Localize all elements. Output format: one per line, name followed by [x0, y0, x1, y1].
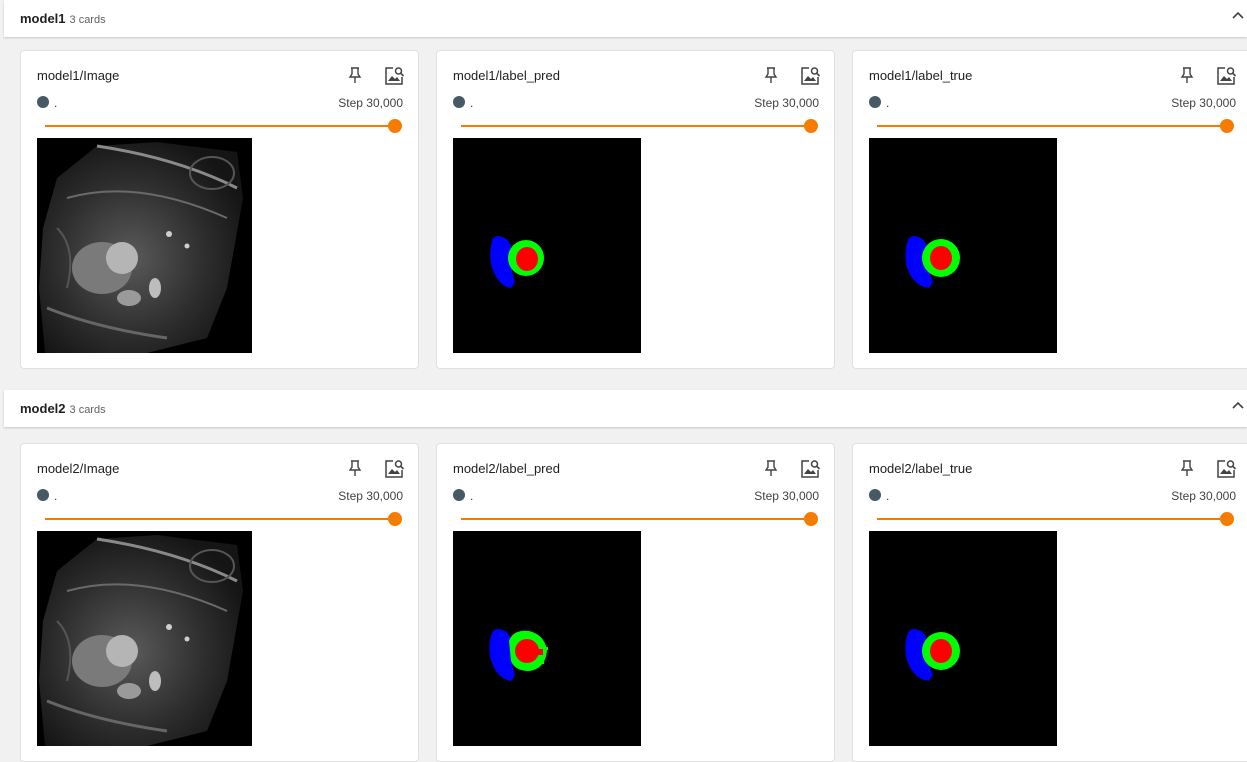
step-slider-track[interactable] [461, 518, 811, 520]
card-title: model1/Image [37, 68, 120, 83]
card-title: model1/label_pred [453, 68, 560, 83]
group-name: model2 [20, 401, 66, 416]
card-title: model2/label_true [869, 461, 973, 476]
step-label: Step 30,000 [338, 489, 403, 503]
image-search-icon[interactable] [383, 65, 405, 87]
step-label: Step 30,000 [1171, 489, 1236, 503]
group-name: model1 [20, 11, 66, 26]
pin-icon[interactable] [347, 459, 363, 477]
label-pred-card: model2/label_pred . Step 30,000 [436, 443, 835, 762]
pin-icon[interactable] [347, 66, 363, 84]
mri-image[interactable] [37, 531, 252, 746]
run-color-dot [453, 489, 465, 501]
run-name: . [886, 489, 890, 503]
run-color-dot [869, 96, 881, 108]
step-slider-thumb[interactable] [804, 119, 818, 133]
group-title: model1 3 cards [20, 11, 106, 26]
image-card: model1/Image . Step 30,000 [20, 50, 419, 369]
group-card-count: 3 cards [69, 14, 106, 26]
segmentation-image[interactable] [869, 138, 1057, 353]
step-slider-track[interactable] [45, 518, 395, 520]
mri-image[interactable] [37, 138, 252, 353]
segmentation-image[interactable] [453, 531, 641, 746]
group-card-count: 3 cards [69, 404, 106, 416]
step-slider-track[interactable] [45, 125, 395, 127]
card-title: model2/label_pred [453, 461, 560, 476]
step-slider-thumb[interactable] [388, 119, 402, 133]
group-header-model2[interactable]: model2 3 cards [4, 390, 1247, 427]
pin-icon[interactable] [1179, 459, 1195, 477]
run-name: . [54, 96, 58, 110]
step-slider-thumb[interactable] [1220, 119, 1234, 133]
step-label: Step 30,000 [338, 96, 403, 110]
step-slider-thumb[interactable] [1220, 512, 1234, 526]
step-slider-track[interactable] [877, 125, 1227, 127]
segmentation-image[interactable] [869, 531, 1057, 746]
chevron-up-icon[interactable] [1231, 398, 1245, 412]
step-slider-thumb[interactable] [804, 512, 818, 526]
segmentation-image[interactable] [453, 138, 641, 353]
image-search-icon[interactable] [383, 458, 405, 480]
label-true-card: model2/label_true . Step 30,000 [852, 443, 1247, 762]
step-label: Step 30,000 [1171, 96, 1236, 110]
image-card: model2/Image . Step 30,000 [20, 443, 419, 762]
run-name: . [470, 489, 474, 503]
pin-icon[interactable] [763, 66, 779, 84]
run-color-dot [37, 489, 49, 501]
step-slider-thumb[interactable] [388, 512, 402, 526]
label-true-card: model1/label_true . Step 30,000 [852, 50, 1247, 369]
pin-icon[interactable] [1179, 66, 1195, 84]
group-header-model1[interactable]: model1 3 cards [4, 0, 1247, 37]
card-title: model1/label_true [869, 68, 973, 83]
run-name: . [886, 96, 890, 110]
run-name: . [54, 489, 58, 503]
label-pred-card: model1/label_pred . Step 30,000 [436, 50, 835, 369]
image-search-icon[interactable] [1215, 458, 1237, 480]
step-slider-track[interactable] [877, 518, 1227, 520]
run-color-dot [453, 96, 465, 108]
image-search-icon[interactable] [799, 65, 821, 87]
step-label: Step 30,000 [754, 96, 819, 110]
run-name: . [470, 96, 474, 110]
run-color-dot [37, 96, 49, 108]
image-search-icon[interactable] [799, 458, 821, 480]
group-title: model2 3 cards [20, 401, 106, 416]
card-title: model2/Image [37, 461, 120, 476]
run-color-dot [869, 489, 881, 501]
pin-icon[interactable] [763, 459, 779, 477]
image-search-icon[interactable] [1215, 65, 1237, 87]
step-slider-track[interactable] [461, 125, 811, 127]
step-label: Step 30,000 [754, 489, 819, 503]
chevron-up-icon[interactable] [1231, 8, 1245, 22]
